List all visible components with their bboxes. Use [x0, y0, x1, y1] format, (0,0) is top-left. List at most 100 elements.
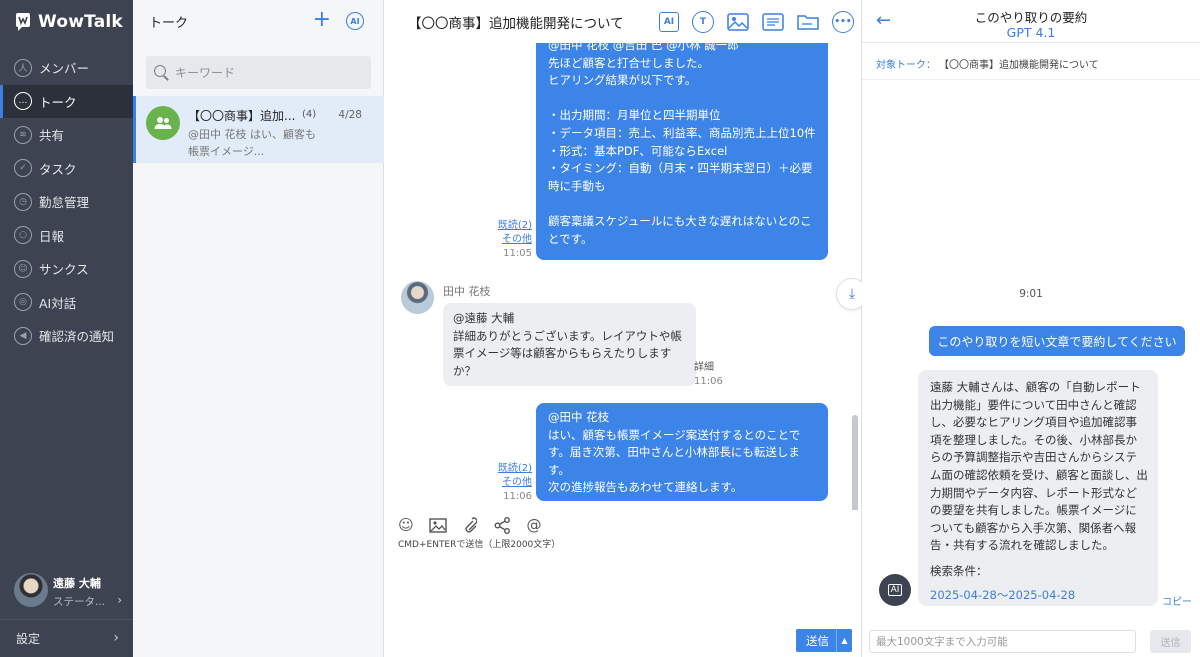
summary-title: このやり取りの要約	[974, 10, 1088, 25]
summary-input[interactable]: 最大1000文字まで入力可能	[869, 630, 1136, 653]
talk-title: 【〇〇商事】追加...	[188, 109, 296, 123]
read-receipt-link[interactable]: 既読(2)	[484, 462, 532, 476]
nav-item-label: 共有	[39, 128, 65, 144]
target-label: 対象トーク：	[876, 60, 936, 71]
more-icon[interactable]: •••	[832, 11, 854, 33]
avatar	[14, 573, 48, 607]
nav-item-talk[interactable]: … トーク	[0, 84, 133, 118]
clock-icon: ◷	[14, 192, 32, 211]
search-conditions-value[interactable]: 2025-04-28〜2025-04-28	[930, 587, 1148, 605]
message-meta: 既読(2) その他 11:05	[484, 219, 532, 261]
detail-link[interactable]: 詳細	[694, 361, 726, 375]
image-icon[interactable]	[428, 515, 448, 535]
chat-header: 【〇〇商事】追加機能開発について AI T •••	[384, 0, 862, 43]
nav-menu: 人 メンバー … トーク ≋ 共有 ✓ タスク ◷ 勤怠管理 ○ 日報 ☺ サン…	[0, 51, 133, 353]
send-button[interactable]: 送信 ▲	[796, 629, 852, 652]
chat-bubble-icon: …	[14, 92, 32, 111]
nav-item-label: タスク	[39, 161, 77, 177]
summary-panel: ← このやり取りの要約 GPT 4.1 対象トーク： 【〇〇商事】追加機能開発につ…	[862, 0, 1200, 657]
talk-list-title: トーク	[149, 16, 189, 31]
chat-title: 【〇〇商事】追加機能開発について	[408, 15, 624, 32]
search-icon	[154, 65, 169, 80]
emoji-icon[interactable]: ☺	[396, 515, 416, 535]
notes-icon[interactable]	[762, 11, 784, 33]
nav-item-confirmed-notifications[interactable]: ◀ 確認済の通知	[0, 319, 133, 353]
summary-response-text: 遠藤 大輔さんは、顧客の「自動レポート出力機能」要件について田中さんと確認し、必…	[930, 380, 1148, 553]
nav-item-ai-chat[interactable]: ◎ AI対話	[0, 286, 133, 320]
brand[interactable]: WowTalk	[14, 10, 123, 34]
nav-item-share[interactable]: ≋ 共有	[0, 118, 133, 152]
report-person-icon: ○	[14, 226, 32, 245]
app-name: WowTalk	[38, 12, 123, 32]
ai-chat-icon: ◎	[14, 293, 32, 312]
wowtalk-logo-icon	[16, 13, 30, 31]
nav-item-label: 勤怠管理	[39, 195, 90, 211]
smile-icon: ☺	[14, 259, 32, 278]
attachment-icon[interactable]	[460, 515, 480, 535]
user-status: ステータ...	[53, 596, 106, 608]
message-time: 11:06	[503, 491, 532, 502]
nav-item-label: トーク	[39, 94, 77, 110]
nav-item-attendance[interactable]: ◷ 勤怠管理	[0, 185, 133, 219]
summary-response-bubble: 遠藤 大輔さんは、顧客の「自動レポート出力機能」要件について田中さんと確認し、必…	[918, 370, 1158, 606]
message-time: 11:05	[503, 248, 532, 259]
group-icon	[146, 106, 180, 140]
target-value: 【〇〇商事】追加機能開発について	[944, 60, 1099, 71]
message-bubble-mine[interactable]: @田中 花枝 @吉田 巴 @小林 誠一郎 先ほど顧客と打合せしました。 ヒアリン…	[536, 43, 828, 260]
person-icon: 人	[14, 58, 32, 77]
message-list[interactable]: @田中 花枝 @吉田 巴 @小林 誠一郎 先ほど顧客と打合せしました。 ヒアリン…	[384, 43, 862, 510]
read-other-link[interactable]: その他	[484, 233, 532, 247]
model-selector[interactable]: GPT 4.1	[862, 25, 1200, 40]
summary-prompt-bubble: このやり取りを短い文章で要約してください	[929, 326, 1185, 356]
ai-icon[interactable]: AI	[659, 12, 679, 32]
summary-time: 9:01	[1019, 288, 1043, 300]
list-item[interactable]: 【〇〇商事】追加... (4) 4/28 @田中 花枝 はい、顧客も帳票イメージ…	[133, 96, 384, 163]
add-talk-button[interactable]: +	[313, 9, 331, 31]
copy-button[interactable]: コピー	[1162, 593, 1192, 608]
chat-panel: 【〇〇商事】追加機能開発について AI T ••• @田中 花枝 @吉田 巴 @…	[384, 0, 862, 657]
nav-item-thanks[interactable]: ☺ サンクス	[0, 252, 133, 286]
user-name: 遠藤 大輔	[53, 577, 101, 590]
chat-toolbar: AI T •••	[659, 11, 854, 33]
divider	[862, 79, 1200, 80]
sender-name: 田中 花枝	[443, 285, 491, 298]
current-user[interactable]: 遠藤 大輔 ステータ... ›	[14, 573, 126, 609]
nav-item-label: AI対話	[39, 295, 77, 311]
talk-preview: @田中 花枝 はい、顧客も帳票イメージ...	[188, 128, 316, 158]
megaphone-icon: ◀	[14, 326, 32, 345]
nav-item-daily-report[interactable]: ○ 日報	[0, 219, 133, 253]
summary-send-button[interactable]: 送信	[1150, 630, 1191, 653]
search-box[interactable]	[146, 56, 371, 89]
settings-link[interactable]: 設定 ›	[0, 619, 133, 657]
talk-list-panel: トーク + AI 【〇〇商事】追加... (4) 4/28 @田中 花枝 はい、…	[133, 0, 384, 657]
nav-item-label: 確認済の通知	[39, 329, 115, 345]
clipboard-icon: ✓	[14, 159, 32, 178]
chevron-up-icon[interactable]: ▲	[836, 629, 852, 652]
nav-item-members[interactable]: 人 メンバー	[0, 51, 133, 85]
nav-item-tasks[interactable]: ✓ タスク	[0, 152, 133, 186]
target-talk: 対象トーク： 【〇〇商事】追加機能開発について	[876, 56, 1099, 71]
search-conditions-label: 検索条件：	[930, 563, 988, 578]
search-input[interactable]	[175, 65, 355, 80]
message-input[interactable]	[384, 552, 862, 627]
folder-icon[interactable]	[797, 11, 819, 33]
nav-item-label: サンクス	[39, 262, 89, 278]
read-receipt-link[interactable]: 既読(2)	[484, 219, 532, 233]
read-other-link[interactable]: その他	[484, 476, 532, 490]
scrollbar[interactable]	[852, 415, 858, 510]
mention-icon[interactable]: @	[524, 515, 544, 535]
share-icon[interactable]	[492, 515, 512, 535]
talk-member-count: (4)	[302, 109, 317, 120]
message-bubble-other[interactable]: @遠藤 大輔 詳細ありがとうございます。レイアウトや帳票イメージ等は顧客からもら…	[443, 303, 696, 386]
avatar[interactable]	[401, 281, 434, 314]
composer-toolbar: ☺ @	[396, 515, 544, 535]
translate-icon[interactable]: T	[692, 11, 714, 33]
ai-icon[interactable]: AI	[346, 12, 364, 30]
download-icon[interactable]: ⤓	[836, 278, 862, 310]
nav-item-label: メンバー	[39, 61, 90, 77]
send-label: 送信	[806, 633, 829, 648]
image-gallery-icon[interactable]	[727, 11, 749, 33]
message-meta: 既読(2) その他 11:06	[484, 462, 532, 504]
message-bubble-mine[interactable]: @田中 花枝 はい、顧客も帳票イメージ案送付するとのことです。届き次第、田中さん…	[536, 403, 828, 501]
ai-avatar-icon: AI	[879, 574, 911, 606]
